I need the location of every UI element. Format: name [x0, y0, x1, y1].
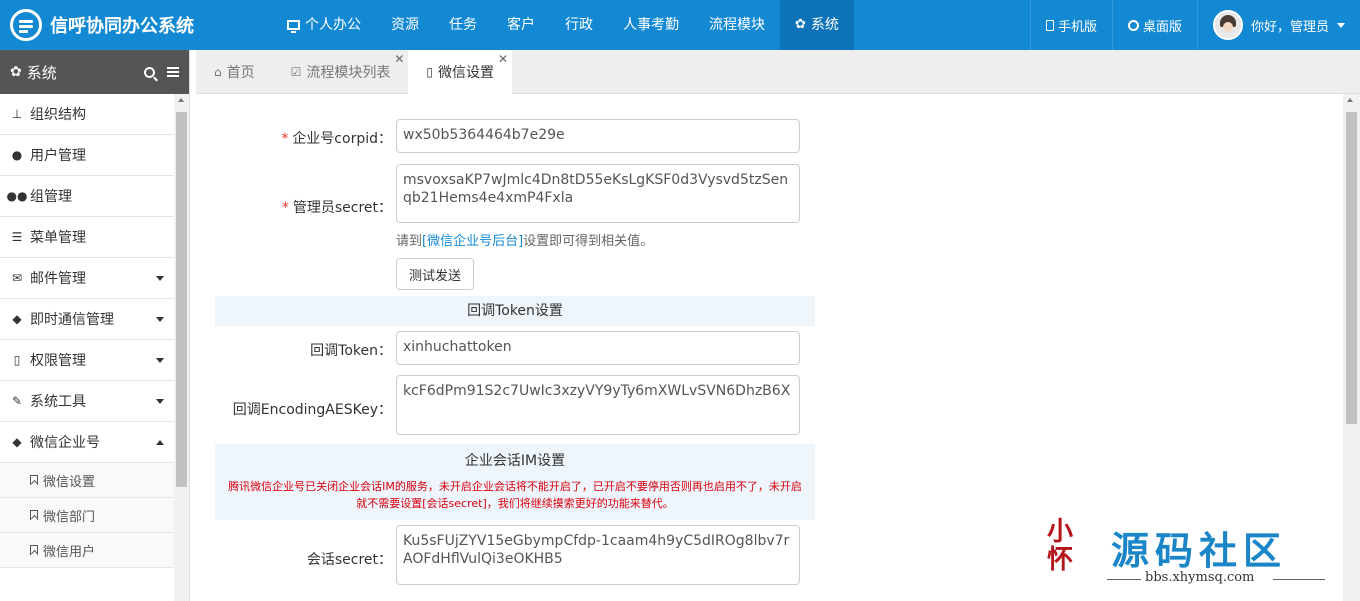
wechat-admin-link[interactable]: [微信企业号后台]: [422, 234, 523, 249]
sidebar-subitem-wechat-settings[interactable]: 微信设置: [0, 463, 174, 498]
caret-down-icon: [156, 316, 164, 322]
divider: [1273, 579, 1325, 580]
scrollbar-thumb[interactable]: [1346, 112, 1357, 424]
tab-flow-modules[interactable]: ☑ 流程模块列表 ✕: [273, 50, 409, 94]
close-icon[interactable]: ✕: [498, 52, 508, 66]
caret-down-icon: [156, 275, 164, 281]
nav-item-system[interactable]: ✿ 系统: [780, 0, 854, 50]
sidebar: ✿ 系统 ⊥ 组织结构 ● 用户管理 ●● 组管理 ☰ 菜单管理 ✉ 邮件管理 …: [0, 50, 190, 601]
top-navbar: 信呼协同办公系统 个人办公 资源 任务 客户 行政 人事考勤 流程模块 ✿ 系统…: [0, 0, 1360, 50]
sidebar-item-wechat[interactable]: ◆ 微信企业号: [0, 422, 174, 463]
session-secret-textarea[interactable]: Ku5sFUjZYV15eGbympCfdp-1caam4h9yC5dIROg8…: [396, 525, 800, 585]
nav-item-task[interactable]: 任务: [434, 0, 492, 50]
list-icon: ☰: [11, 230, 23, 244]
check-square-icon: ☑: [290, 65, 302, 79]
aeskey-textarea[interactable]: kcF6dPm91S2c7UwIc3xzyVY9yTy6mXWLvSVN6Dhz…: [396, 375, 800, 435]
secret-label: * 管理员secret：: [281, 200, 392, 216]
test-send-button[interactable]: 测试发送: [396, 258, 475, 290]
bookmark-icon: [30, 545, 38, 555]
mobile-version-link[interactable]: 手机版: [1029, 0, 1112, 50]
envelope-icon: ✉: [11, 271, 23, 285]
token-input[interactable]: xinhuchattoken: [396, 331, 800, 365]
brand[interactable]: 信呼协同办公系统: [10, 9, 194, 41]
secret-hint: 请到[微信企业号后台]设置即可得到相关值。: [396, 234, 654, 249]
sidebar-item-groups[interactable]: ●● 组管理: [0, 176, 174, 217]
caret-down-icon: [156, 398, 164, 404]
sidebar-item-org[interactable]: ⊥ 组织结构: [0, 94, 174, 135]
nav-item-customer[interactable]: 客户: [492, 0, 550, 50]
right-nav: 手机版 桌面版 你好，管理员: [1029, 0, 1360, 50]
sidebar-menu: ⊥ 组织结构 ● 用户管理 ●● 组管理 ☰ 菜单管理 ✉ 邮件管理 ◆ 即时通…: [0, 94, 174, 568]
sidebar-scrollbar[interactable]: [174, 94, 189, 601]
bookmark-icon: ▯: [426, 65, 433, 79]
nav-item-admin[interactable]: 行政: [550, 0, 608, 50]
main-nav: 个人办公 资源 任务 客户 行政 人事考勤 流程模块 ✿ 系统: [272, 0, 854, 50]
watermark-title: 源码社区: [1111, 529, 1288, 573]
tab-home[interactable]: ⌂ 首页: [196, 50, 273, 94]
secret-textarea[interactable]: msvoxsaKP7wJmlc4Dn8tD55eKsLgKSF0d3Vysvd5…: [396, 164, 800, 223]
scroll-up-icon[interactable]: [1347, 98, 1353, 102]
corpid-label: * 企业号corpid：: [281, 131, 392, 147]
token-section-header: 回调Token设置: [215, 296, 815, 326]
sidebar-item-permissions[interactable]: ▯ 权限管理: [0, 340, 174, 381]
bookmark-icon: [30, 510, 38, 520]
avatar: [1212, 10, 1243, 40]
im-notice: 腾讯微信企业号已关闭企业会话IM的服务，未开启企业会话将不能开启了，已开启不要停…: [228, 480, 802, 510]
caret-down-icon: [1337, 22, 1345, 28]
globe-icon: [1127, 19, 1139, 31]
sidebar-item-tools[interactable]: ✎ 系统工具: [0, 381, 174, 422]
bookmark-icon: [30, 475, 38, 485]
sidebar-title: 系统: [26, 63, 57, 82]
chat-logo-icon: [10, 9, 42, 41]
token-label: 回调Token：: [310, 343, 392, 359]
main-scrollbar[interactable]: [1343, 94, 1360, 601]
comment-icon: ◆: [12, 312, 22, 326]
nav-item-flow[interactable]: 流程模块: [694, 0, 780, 50]
desktop-icon: [287, 20, 300, 33]
sitemap-icon: ⊥: [11, 107, 23, 121]
user-greeting: 你好，管理员: [1250, 19, 1329, 35]
session-secret-label: 会话secret：: [306, 552, 392, 568]
bookmark-icon: ▯: [13, 353, 21, 367]
gear-icon: ✿: [795, 17, 806, 32]
desktop-version-link[interactable]: 桌面版: [1111, 0, 1197, 50]
wrench-icon: ✎: [11, 394, 23, 408]
aeskey-label: 回调EncodingAESKey：: [232, 402, 392, 418]
tab-wechat-settings[interactable]: ▯ 微信设置 ✕: [408, 50, 512, 94]
caret-up-icon: [156, 439, 164, 445]
nav-item-resource[interactable]: 资源: [376, 0, 434, 50]
tab-bar: ⌂ 首页 ☑ 流程模块列表 ✕ ▯ 微信设置 ✕: [196, 50, 1360, 94]
scroll-up-icon[interactable]: [178, 98, 184, 102]
sidebar-item-im[interactable]: ◆ 即时通信管理: [0, 299, 174, 340]
nav-item-hr[interactable]: 人事考勤: [608, 0, 694, 50]
sidebar-item-users[interactable]: ● 用户管理: [0, 135, 174, 176]
divider: [1107, 579, 1141, 580]
search-icon[interactable]: [144, 66, 155, 78]
mobile-icon: [1045, 19, 1054, 31]
sidebar-subitem-wechat-users[interactable]: 微信用户: [0, 533, 174, 568]
sidebar-item-mail[interactable]: ✉ 邮件管理: [0, 258, 174, 299]
seal-logo: 小怀: [1047, 517, 1074, 575]
sidebar-subitem-wechat-dept[interactable]: 微信部门: [0, 498, 174, 533]
user-icon: ●: [11, 148, 23, 162]
nav-item-personal[interactable]: 个人办公: [272, 0, 376, 50]
app-title: 信呼协同办公系统: [50, 16, 194, 37]
sidebar-header: ✿ 系统: [0, 50, 189, 94]
user-menu[interactable]: 你好，管理员: [1196, 0, 1360, 50]
comments-icon: ◆: [12, 435, 22, 449]
im-section-header: 企业会话IM设置 腾讯微信企业号已关闭企业会话IM的服务，未开启企业会话将不能开…: [215, 444, 815, 520]
menu-icon[interactable]: [167, 67, 179, 77]
watermark: 小怀 源码社区 bbs.xhymsq.com: [1045, 518, 1345, 590]
watermark-url: bbs.xhymsq.com: [1145, 570, 1255, 585]
close-icon[interactable]: ✕: [394, 52, 404, 66]
home-icon: ⌂: [214, 65, 222, 79]
caret-down-icon: [156, 357, 164, 363]
users-icon: ●●: [6, 189, 28, 203]
corpid-input[interactable]: wx50b5364464b7e29e: [396, 119, 800, 153]
sidebar-item-menus[interactable]: ☰ 菜单管理: [0, 217, 174, 258]
gear-icon: ✿: [10, 64, 22, 80]
scrollbar-thumb[interactable]: [176, 112, 187, 487]
